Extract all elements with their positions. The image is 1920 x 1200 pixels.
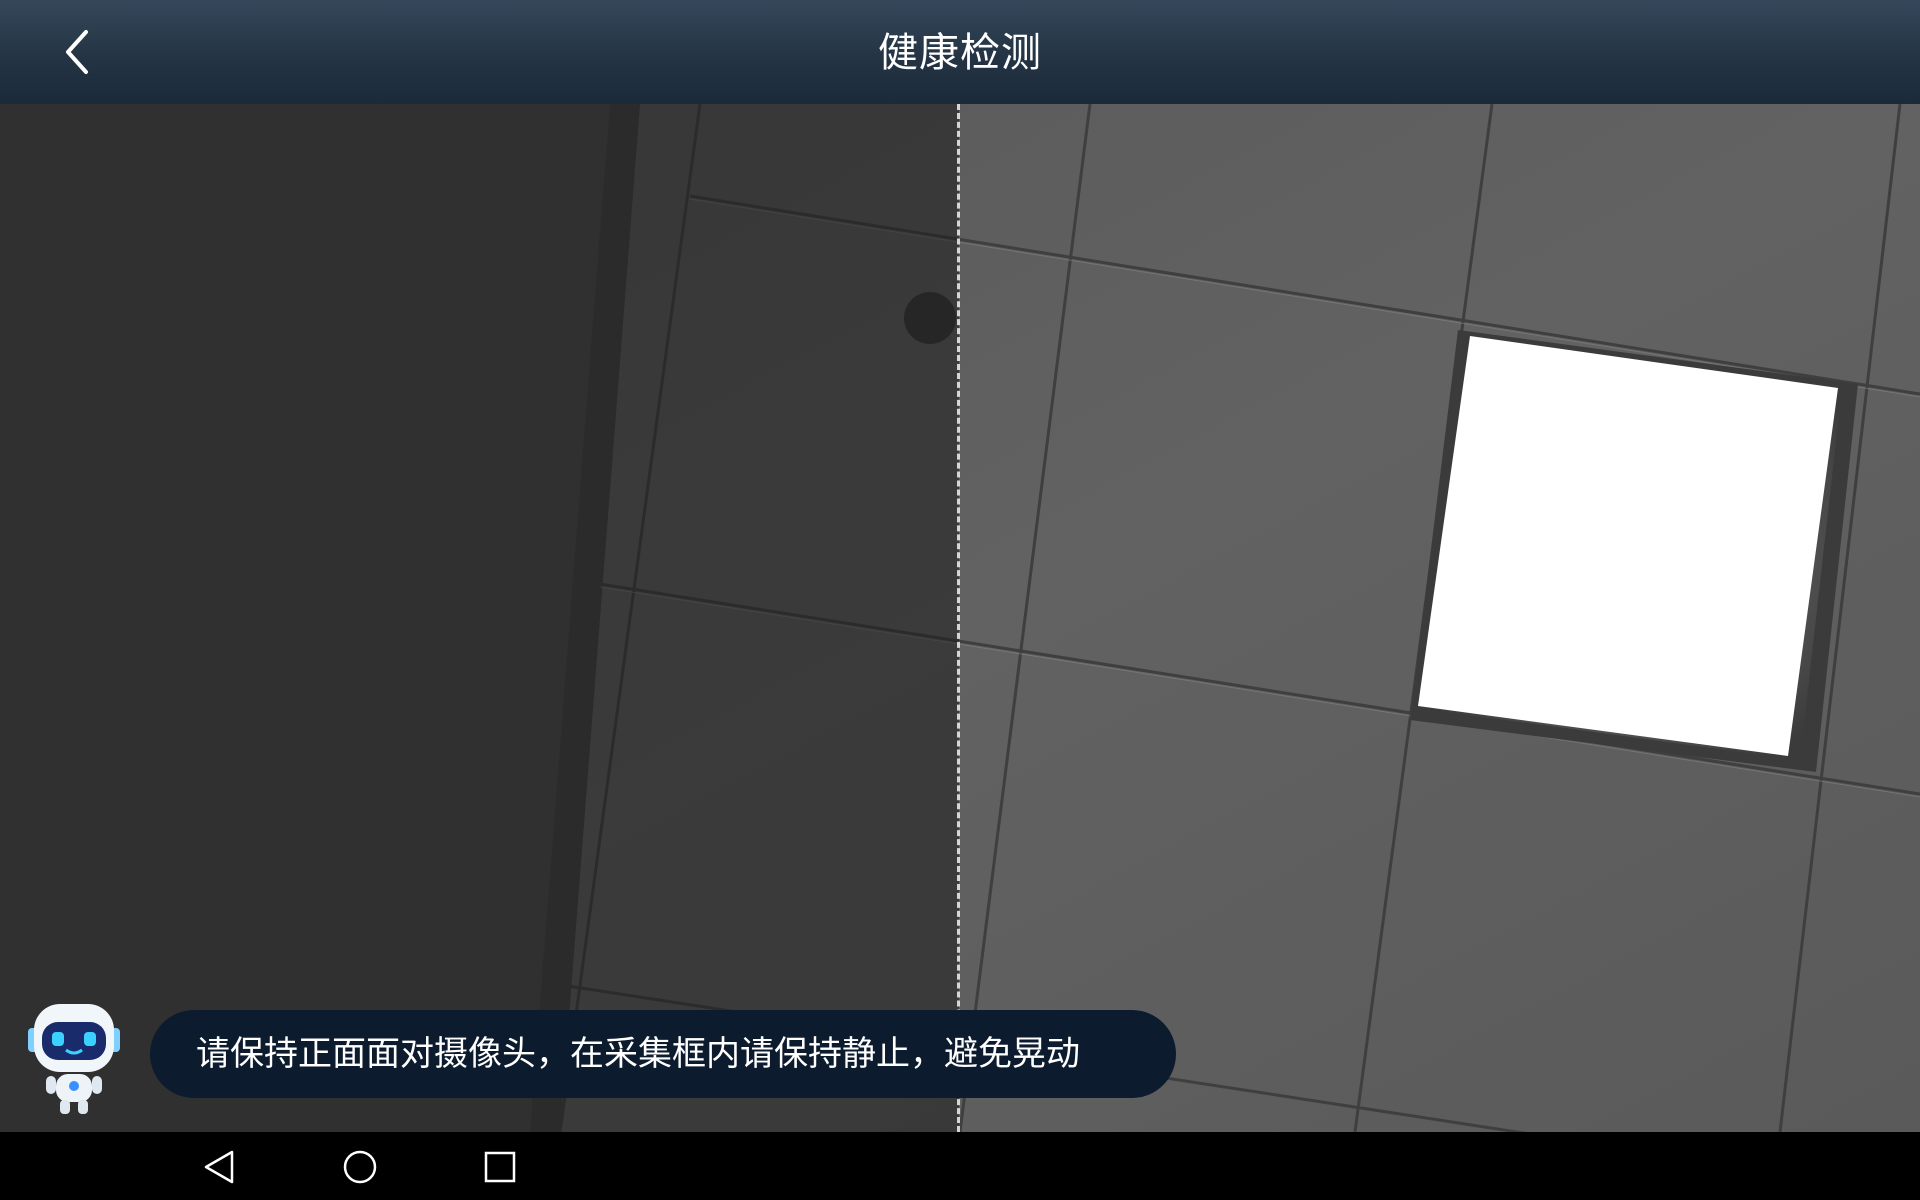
dimmed-outside-area bbox=[0, 104, 959, 1132]
nav-back-button[interactable] bbox=[190, 1142, 250, 1192]
assistant-robot bbox=[26, 998, 122, 1116]
robot-mascot-icon bbox=[28, 1004, 120, 1114]
square-recents-icon bbox=[484, 1151, 516, 1183]
circle-home-icon bbox=[343, 1150, 377, 1184]
system-navigation-bar bbox=[0, 1132, 1920, 1200]
top-app-bar: 健康检测 bbox=[0, 0, 1920, 104]
nav-recents-button[interactable] bbox=[470, 1142, 530, 1192]
capture-guide-line bbox=[957, 104, 960, 1132]
triangle-back-icon bbox=[204, 1150, 234, 1184]
health-check-screen: 健康检测 请保持正面面对摄像头，在采集框内请保持静止，避免晃动 bbox=[0, 0, 1920, 1200]
page-title: 健康检测 bbox=[878, 30, 1042, 76]
instruction-text: 请保持正面面对摄像头，在采集框内请保持静止，避免晃动 bbox=[196, 1034, 1080, 1074]
camera-preview bbox=[0, 104, 1920, 1132]
nav-home-button[interactable] bbox=[330, 1142, 390, 1192]
instruction-bubble: 请保持正面面对摄像头，在采集框内请保持静止，避免晃动 bbox=[150, 1010, 1176, 1098]
